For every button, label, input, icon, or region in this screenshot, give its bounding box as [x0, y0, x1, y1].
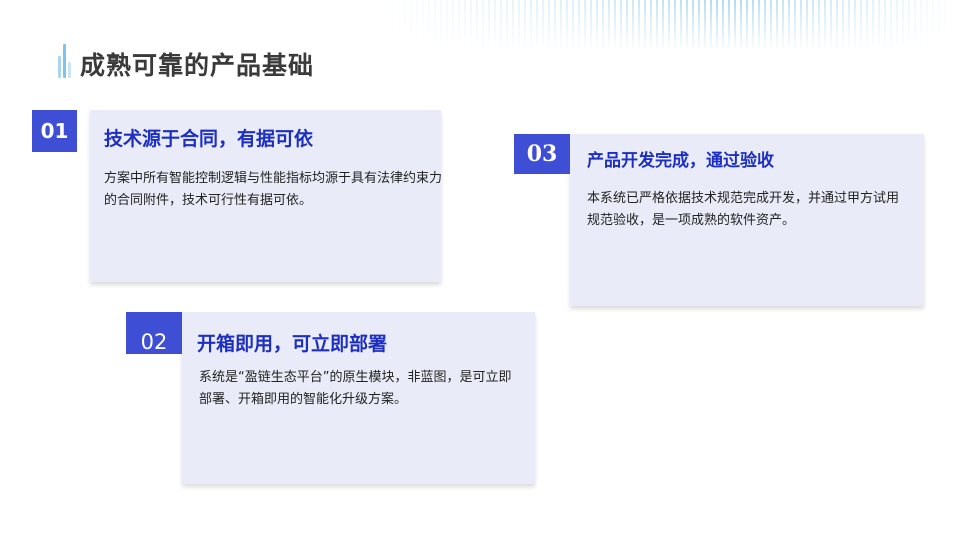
card-03-title: 产品开发完成，通过验收: [587, 151, 774, 171]
card-03-number-badge: 03: [514, 134, 570, 174]
card-01-number-badge: 01: [32, 110, 77, 152]
card-02-title: 开箱即用，可立即部署: [197, 333, 388, 355]
card-02-text: 系统是“盈链生态平台”的原生模块，非蓝图，是可立即部署、开箱即用的智能化升级方案…: [199, 370, 512, 407]
page-title: 成熟可靠的产品基础: [80, 51, 315, 80]
card-01-number: 01: [40, 119, 69, 143]
card-02-number-badge: 02: [126, 312, 182, 354]
card-02-number: 02: [140, 330, 168, 354]
card-01-title: 技术源于合同，有据可依: [104, 128, 314, 150]
card-03-number: 03: [526, 141, 558, 167]
card-01-text: 方案中所有智能控制逻辑与性能指标均源于具有法律约束力的合同附件，技术可行性有据可…: [104, 171, 443, 208]
card-03-text: 本系统已严格依据技术规范完成开发，并通过甲方试用规范验收，是一项成熟的软件资产。: [587, 191, 900, 228]
title-bars-icon: [58, 38, 78, 78]
header-decoration-fade: [380, 0, 957, 48]
